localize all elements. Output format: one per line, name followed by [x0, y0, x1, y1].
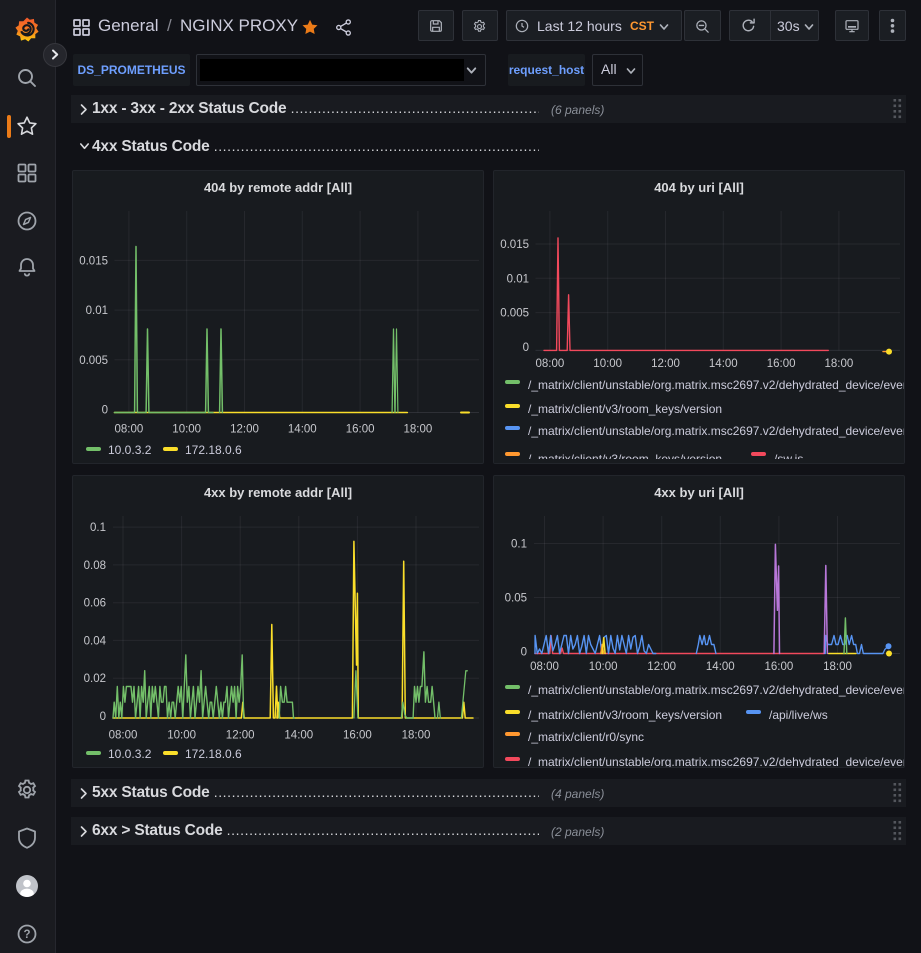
- svg-text:08:00: 08:00: [115, 424, 144, 436]
- svg-text:10.0.3.2: 10.0.3.2: [108, 747, 152, 761]
- svg-text:0.1: 0.1: [90, 522, 106, 534]
- svg-text:14:00: 14:00: [706, 661, 735, 673]
- svg-text:0.02: 0.02: [84, 673, 106, 685]
- svg-text:12:00: 12:00: [651, 358, 680, 370]
- svg-text:0.06: 0.06: [84, 598, 106, 610]
- svg-text:16:00: 16:00: [767, 358, 796, 370]
- svg-text:08:00: 08:00: [530, 661, 559, 673]
- svg-text:10.0.3.2: 10.0.3.2: [108, 443, 152, 457]
- svg-text:08:00: 08:00: [109, 730, 138, 742]
- svg-text:0: 0: [102, 405, 108, 417]
- svg-text:172.18.0.6: 172.18.0.6: [185, 443, 242, 457]
- svg-text:/_matrix/client/v3/room_keys/v: /_matrix/client/v3/room_keys/version: [528, 708, 722, 722]
- svg-text:/_matrix/client/unstable/org.m: /_matrix/client/unstable/org.matrix.msc2…: [528, 755, 905, 768]
- svg-text:0: 0: [523, 342, 529, 354]
- svg-text:10:00: 10:00: [589, 661, 618, 673]
- svg-text:/_matrix/client/unstable/org.m: /_matrix/client/unstable/org.matrix.msc2…: [528, 683, 905, 697]
- svg-text:0.01: 0.01: [507, 273, 529, 285]
- svg-text:0: 0: [521, 647, 527, 659]
- svg-text:12:00: 12:00: [230, 424, 259, 436]
- svg-text:12:00: 12:00: [226, 730, 255, 742]
- svg-text:0: 0: [100, 711, 106, 723]
- svg-text:18:00: 18:00: [404, 424, 433, 436]
- svg-text:0.005: 0.005: [500, 308, 529, 320]
- svg-text:0.04: 0.04: [84, 635, 107, 647]
- svg-text:/_matrix/client/unstable/org.m: /_matrix/client/unstable/org.matrix.msc2…: [528, 424, 905, 438]
- svg-text:16:00: 16:00: [343, 730, 372, 742]
- svg-text:/_matrix/client/unstable/org.m: /_matrix/client/unstable/org.matrix.msc2…: [528, 378, 905, 392]
- svg-text:14:00: 14:00: [284, 730, 313, 742]
- svg-text:/api/live/ws: /api/live/ws: [769, 708, 828, 722]
- svg-text:14:00: 14:00: [288, 424, 317, 436]
- svg-text:08:00: 08:00: [536, 358, 565, 370]
- svg-text:18:00: 18:00: [825, 358, 854, 370]
- svg-text:14:00: 14:00: [709, 358, 738, 370]
- svg-text:/_matrix/client/r0/sync: /_matrix/client/r0/sync: [528, 730, 644, 744]
- svg-text:16:00: 16:00: [346, 424, 375, 436]
- svg-text:0.015: 0.015: [500, 239, 529, 251]
- svg-text:12:00: 12:00: [647, 661, 676, 673]
- svg-text:0.01: 0.01: [86, 305, 108, 317]
- svg-text:10:00: 10:00: [172, 424, 201, 436]
- svg-text:16:00: 16:00: [765, 661, 794, 673]
- svg-text:/_matrix/client/v3/room_keys/v: /_matrix/client/v3/room_keys/version: [528, 402, 722, 416]
- svg-text:10:00: 10:00: [593, 358, 622, 370]
- svg-text:0.08: 0.08: [84, 560, 106, 572]
- svg-text:18:00: 18:00: [402, 730, 431, 742]
- svg-text:10:00: 10:00: [167, 730, 196, 742]
- svg-text:0.015: 0.015: [79, 255, 108, 267]
- svg-text:18:00: 18:00: [823, 661, 852, 673]
- svg-text:?: ?: [23, 929, 30, 941]
- svg-text:0.05: 0.05: [505, 593, 527, 605]
- svg-text:0.005: 0.005: [79, 355, 108, 367]
- svg-text:0.1: 0.1: [511, 539, 527, 551]
- svg-text:172.18.0.6: 172.18.0.6: [185, 747, 242, 761]
